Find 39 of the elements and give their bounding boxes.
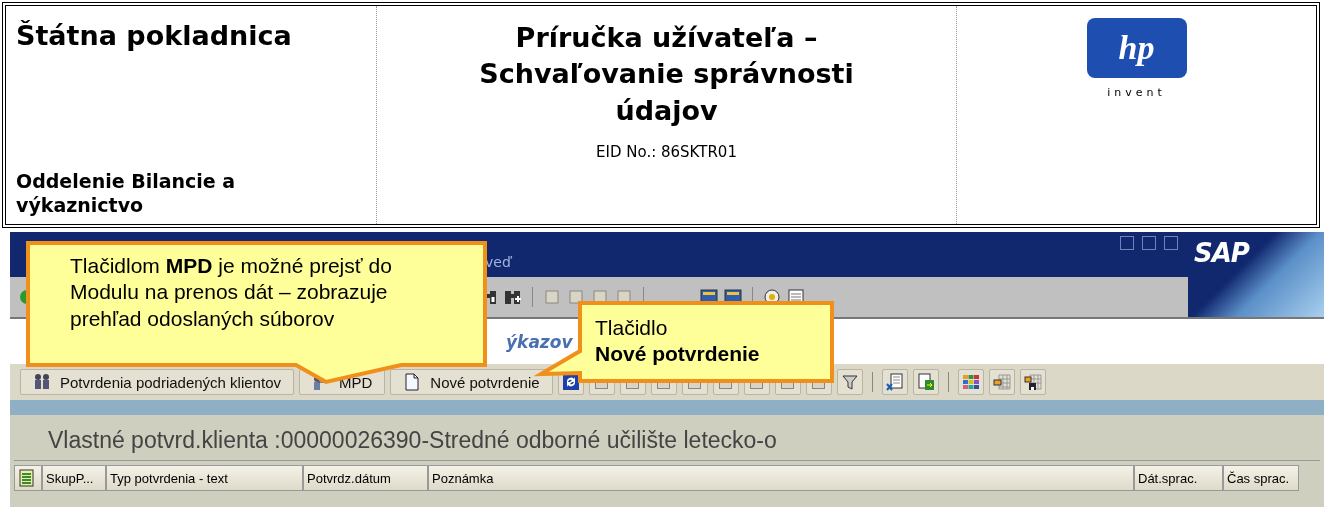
document-title: Príručka užívateľa – Schvaľovanie správnosti údajov <box>478 21 855 128</box>
column-header[interactable]: Čas sprac. <box>1223 465 1299 491</box>
sap-logo: SAP <box>1194 238 1249 268</box>
spreadsheet-button[interactable] <box>881 369 908 395</box>
select-all-button[interactable] <box>14 465 42 491</box>
panel-title: Vlastné potvrd.klienta :00000026390-Stredné odborné učilište letecko-o <box>14 421 1320 461</box>
layout-icon <box>992 373 1011 391</box>
close-button[interactable] <box>1164 236 1178 250</box>
column-header[interactable]: Potvrdz.dátum <box>303 465 428 491</box>
column-header[interactable]: Typ potvrdenia - text <box>106 465 303 491</box>
save-layout-icon <box>1023 373 1042 391</box>
minimize-button[interactable] <box>1120 236 1134 250</box>
document-id: EID No.: 86SKTR01 <box>596 143 737 162</box>
layout-button[interactable] <box>988 369 1015 395</box>
department-name: Oddelenie Bilancie a výkaznictvo <box>16 168 237 218</box>
export-button[interactable] <box>912 369 939 395</box>
callout-tooltip-text: Tlačidlom MPD je možné prejsť do Modulu na prenos dát – zobrazuje prehľad odoslaných súborov <box>70 253 392 332</box>
people-icon <box>33 373 51 391</box>
binoculars-plus-icon[interactable] <box>504 288 522 306</box>
callout-tooltip-text: Tlačidlo Nové potvrdenie <box>595 315 760 368</box>
column-header[interactable]: Poznámka <box>428 465 1134 491</box>
organization-name: Štátna pokladnica <box>16 20 293 51</box>
export-icon <box>916 373 935 391</box>
column-header[interactable]: SkupP... <box>42 465 106 491</box>
column-header[interactable]: Dát.sprac. <box>1134 465 1223 491</box>
spreadsheet-icon <box>885 373 904 391</box>
save-layout-button[interactable] <box>1019 369 1046 395</box>
logo-mark: hp <box>1086 18 1187 78</box>
grid-icon <box>961 373 980 391</box>
toolbar-button[interactable]: Potvrdenia podriadených klientov <box>20 369 294 395</box>
filter-button[interactable] <box>836 369 863 395</box>
window-title: veď <box>485 253 511 270</box>
grid-button[interactable] <box>957 369 984 395</box>
list-icon <box>18 469 36 487</box>
toolbar-button[interactable]: Nové potvrdenie <box>390 369 553 395</box>
screen-title: ýkazov <box>506 331 573 352</box>
filter-icon <box>840 373 859 391</box>
logo-tagline: invent <box>1107 86 1166 99</box>
restore-button[interactable] <box>1142 236 1156 250</box>
